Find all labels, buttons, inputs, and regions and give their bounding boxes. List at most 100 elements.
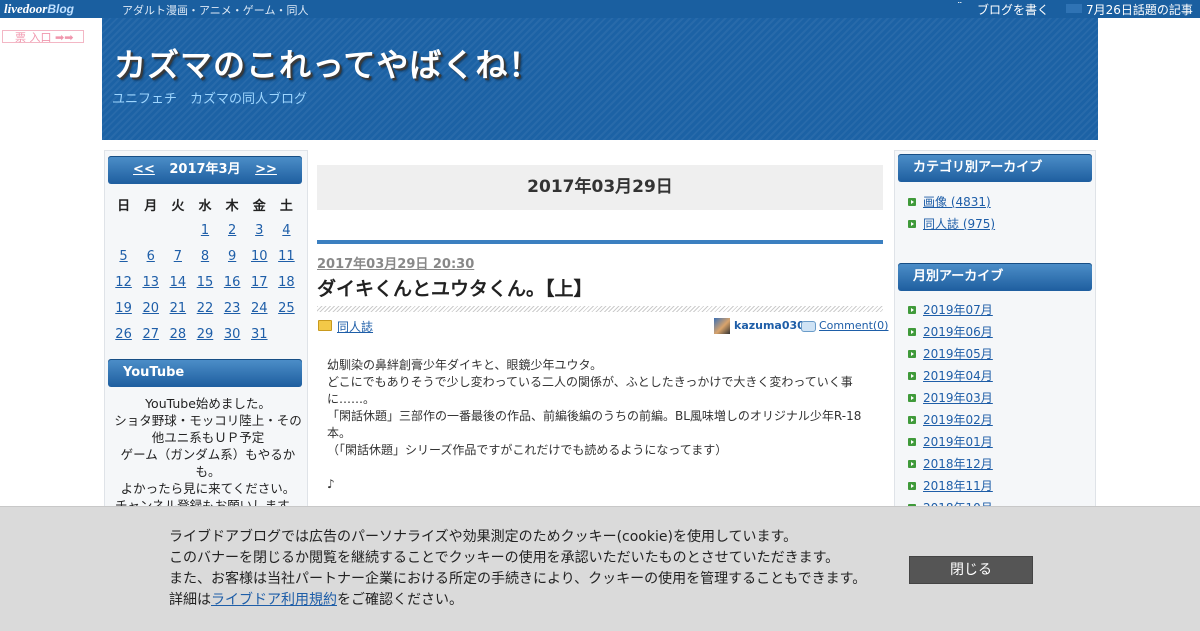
calendar-prev-link[interactable]: << <box>133 162 155 177</box>
calendar-day[interactable]: 13 <box>137 269 164 295</box>
calendar-day-link[interactable]: 16 <box>224 275 241 290</box>
terms-link[interactable]: ライブドア利用規約 <box>211 592 337 608</box>
calendar-day-link[interactable]: 30 <box>224 327 241 342</box>
comment-link[interactable]: Comment(0) <box>819 319 888 332</box>
calendar-next-link[interactable]: >> <box>255 162 277 177</box>
month-link[interactable]: 2018年12月 <box>923 457 993 471</box>
month-item[interactable]: 2019年07月 <box>908 299 993 321</box>
calendar-day[interactable]: 26 <box>110 321 137 347</box>
category-item[interactable]: 画像 (4831) <box>908 191 995 213</box>
calendar-day[interactable]: 16 <box>219 269 246 295</box>
calendar-day[interactable]: 28 <box>164 321 191 347</box>
month-link[interactable]: 2019年05月 <box>923 347 993 361</box>
calendar-day[interactable]: 4 <box>273 217 300 243</box>
calendar-day-link[interactable]: 6 <box>147 249 155 264</box>
calendar-day[interactable]: 29 <box>191 321 218 347</box>
calendar-day-link[interactable]: 15 <box>197 275 214 290</box>
calendar-day-link[interactable]: 26 <box>115 327 132 342</box>
month-item[interactable]: 2019年03月 <box>908 387 993 409</box>
calendar-day[interactable]: 5 <box>110 243 137 269</box>
calendar-day[interactable]: 2 <box>219 217 246 243</box>
month-item[interactable]: 2019年02月 <box>908 409 993 431</box>
calendar-day[interactable]: 30 <box>219 321 246 347</box>
calendar-day-link[interactable]: 13 <box>142 275 159 290</box>
calendar-day[interactable]: 9 <box>219 243 246 269</box>
calendar-day[interactable]: 15 <box>191 269 218 295</box>
article-title[interactable]: ダイキくんとユウタくん。【上】 <box>317 274 593 301</box>
calendar-day-link[interactable]: 17 <box>251 275 268 290</box>
calendar-day-link[interactable]: 18 <box>278 275 295 290</box>
calendar-day-link[interactable]: 25 <box>278 301 295 316</box>
calendar-day[interactable]: 25 <box>273 295 300 321</box>
calendar-day-link[interactable]: 20 <box>142 301 159 316</box>
month-item[interactable]: 2018年11月 <box>908 475 993 497</box>
calendar-day-link[interactable]: 10 <box>251 249 268 264</box>
enter-button[interactable]: 票 入口 ➡➡ <box>2 30 84 44</box>
calendar-day[interactable]: 21 <box>164 295 191 321</box>
calendar-day-link[interactable]: 19 <box>115 301 132 316</box>
calendar-day[interactable]: 14 <box>164 269 191 295</box>
category-link[interactable]: 同人誌 (975) <box>923 217 995 231</box>
month-link[interactable]: 2018年11月 <box>923 479 993 493</box>
month-item[interactable]: 2018年12月 <box>908 453 993 475</box>
category-item[interactable]: 同人誌 (975) <box>908 213 995 235</box>
calendar-day-link[interactable]: 27 <box>142 327 159 342</box>
calendar-day-link[interactable]: 24 <box>251 301 268 316</box>
calendar-day-link[interactable]: 5 <box>119 249 127 264</box>
month-link[interactable]: 2019年07月 <box>923 303 993 317</box>
month-item[interactable]: 2019年01月 <box>908 431 993 453</box>
calendar-day[interactable]: 18 <box>273 269 300 295</box>
month-item[interactable]: 2019年04月 <box>908 365 993 387</box>
hot-topics-link[interactable]: 7月26日話題の記事 <box>1086 1 1193 18</box>
month-link[interactable]: 2019年04月 <box>923 369 993 383</box>
calendar-day[interactable]: 17 <box>246 269 273 295</box>
month-link[interactable]: 2019年03月 <box>923 391 993 405</box>
month-item[interactable]: 2019年06月 <box>908 321 993 343</box>
calendar-month: 2017年3月 <box>169 162 241 177</box>
article-datetime-link[interactable]: 2017年03月29日 20:30 <box>317 253 474 272</box>
calendar-day-link[interactable]: 12 <box>115 275 132 290</box>
month-item[interactable]: 2019年05月 <box>908 343 993 365</box>
calendar-day-link[interactable]: 4 <box>282 223 290 238</box>
calendar-day-link[interactable]: 14 <box>170 275 187 290</box>
category-link[interactable]: 画像 (4831) <box>923 195 991 209</box>
calendar-day[interactable]: 8 <box>191 243 218 269</box>
month-link[interactable]: 2019年06月 <box>923 325 993 339</box>
calendar-day[interactable]: 10 <box>246 243 273 269</box>
calendar-day[interactable]: 11 <box>273 243 300 269</box>
calendar-day[interactable]: 31 <box>246 321 273 347</box>
calendar-day-link[interactable]: 21 <box>170 301 187 316</box>
calendar-day[interactable]: 7 <box>164 243 191 269</box>
calendar-day-link[interactable]: 28 <box>170 327 187 342</box>
calendar-day-link[interactable]: 7 <box>174 249 182 264</box>
site-title[interactable]: カズマのこれってやばくね！ <box>114 40 541 86</box>
calendar-day-link[interactable]: 3 <box>255 223 263 238</box>
calendar-day[interactable]: 19 <box>110 295 137 321</box>
calendar-day[interactable]: 3 <box>246 217 273 243</box>
write-blog-link[interactable]: ブログを書く <box>977 1 1049 18</box>
livedoor-blog-logo[interactable]: livedoorBlog <box>4 1 102 17</box>
calendar-day[interactable]: 24 <box>246 295 273 321</box>
calendar-day-link[interactable]: 9 <box>228 249 236 264</box>
calendar-day[interactable]: 22 <box>191 295 218 321</box>
calendar-day[interactable]: 27 <box>137 321 164 347</box>
calendar-day-link[interactable]: 31 <box>251 327 268 342</box>
calendar-day[interactable]: 1 <box>191 217 218 243</box>
calendar-day[interactable]: 12 <box>110 269 137 295</box>
author-avatar[interactable] <box>714 318 730 334</box>
month-link[interactable]: 2019年02月 <box>923 413 993 427</box>
month-link[interactable]: 2019年01月 <box>923 435 993 449</box>
calendar-day-link[interactable]: 23 <box>224 301 241 316</box>
calendar-day[interactable]: 20 <box>137 295 164 321</box>
calendar-day[interactable]: 23 <box>219 295 246 321</box>
calendar-day-link[interactable]: 8 <box>201 249 209 264</box>
blog-category-link[interactable]: アダルト漫画・アニメ・ゲーム・同人 <box>122 2 308 18</box>
article-category-link[interactable]: 同人誌 <box>337 318 373 335</box>
calendar-day-link[interactable]: 22 <box>197 301 214 316</box>
calendar-day-link[interactable]: 11 <box>278 249 295 264</box>
cookie-close-button[interactable]: 閉じる <box>909 556 1033 584</box>
calendar-day-link[interactable]: 2 <box>228 223 236 238</box>
calendar-day-link[interactable]: 29 <box>197 327 214 342</box>
calendar-day[interactable]: 6 <box>137 243 164 269</box>
calendar-day-link[interactable]: 1 <box>201 223 209 238</box>
